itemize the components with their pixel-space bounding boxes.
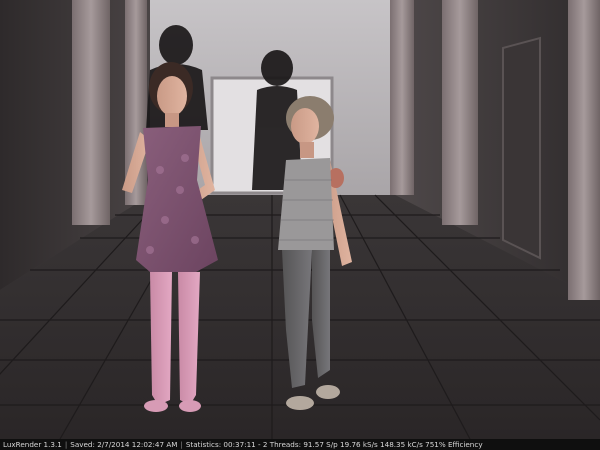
render-statistics: Statistics: 00:37:11 - 2 Threads: 91.57 … bbox=[185, 440, 483, 449]
render-image bbox=[0, 0, 600, 439]
saved-status: Saved: 2/7/2014 12:02:47 AM bbox=[70, 440, 178, 449]
luxrender-window: LuxRender 1.3.1 | Saved: 2/7/2014 12:02:47… bbox=[0, 0, 600, 450]
status-separator: | bbox=[64, 440, 68, 449]
status-separator: | bbox=[180, 440, 183, 449]
app-version-label: LuxRender 1.3.1 bbox=[3, 440, 62, 449]
render-viewport bbox=[0, 0, 600, 439]
status-bar: LuxRender 1.3.1 | Saved: 2/7/2014 12:02:47… bbox=[0, 439, 600, 450]
